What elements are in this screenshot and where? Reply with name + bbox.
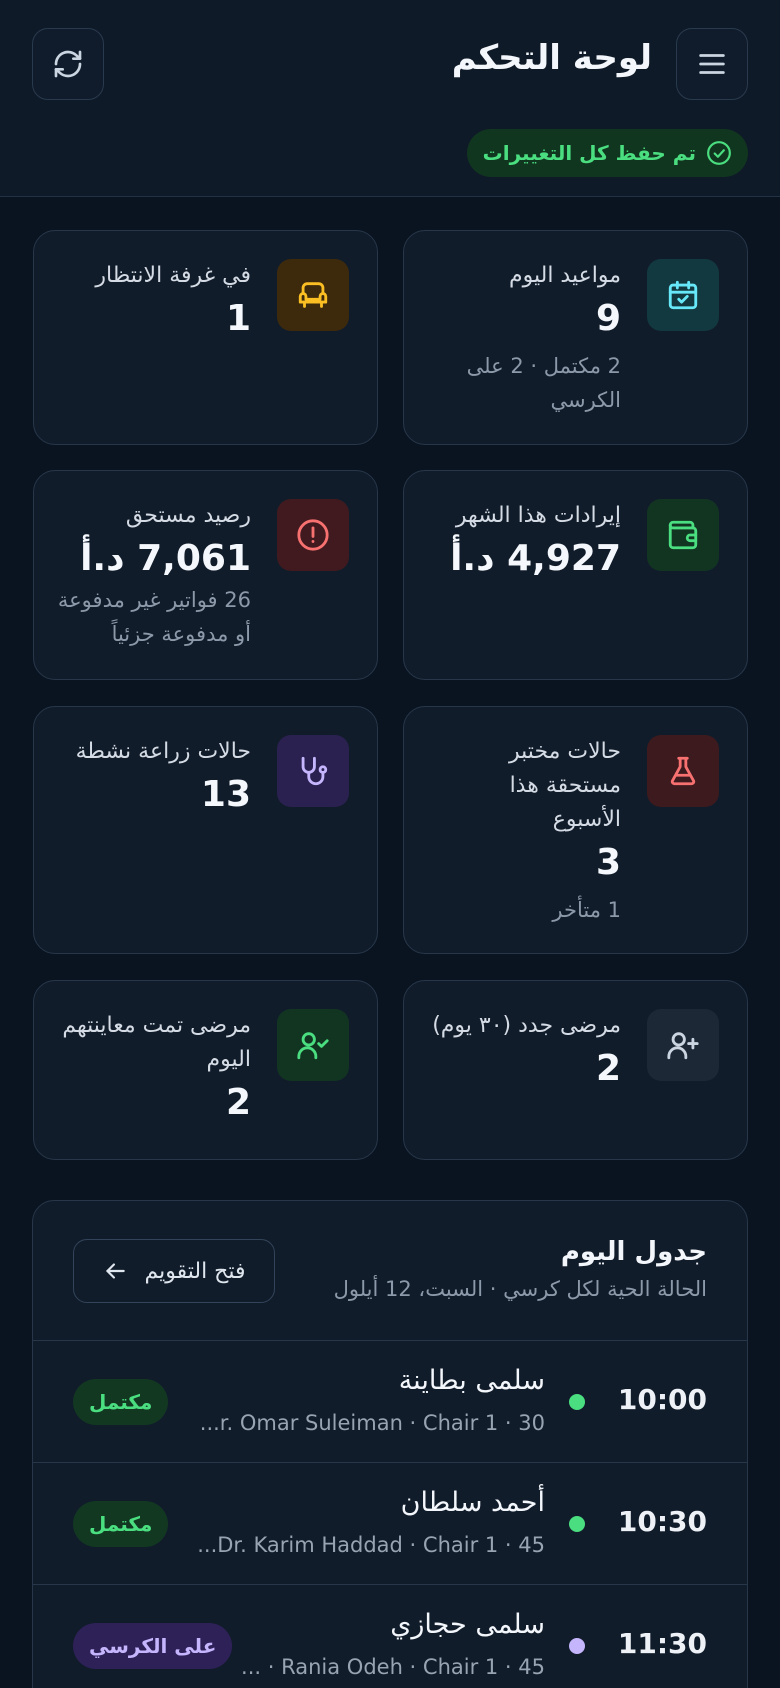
stat-label: مرضى جدد (٣٠ يوم) [432, 1013, 621, 1038]
menu-button[interactable] [676, 28, 748, 100]
stat-label: في غرفة الانتظار [95, 263, 251, 288]
status-badge: مكتمل [73, 1379, 169, 1425]
stat-value: 9 [595, 298, 621, 339]
appointment-time: 11:30 [617, 1627, 707, 1660]
status-badge: على الكرسي [73, 1623, 233, 1669]
schedule-row[interactable]: 11:30 سلمى حجازي ... · Rania Odeh · Chai… [33, 1585, 747, 1688]
schedule-row[interactable]: 10:00 سلمى بطاينة ...r. Omar Suleiman · … [33, 1341, 747, 1463]
wallet-icon [647, 499, 719, 571]
stat-value: 4,927 د.أ [450, 538, 621, 579]
status-dot [569, 1394, 585, 1410]
stat-value: 1 [225, 298, 251, 339]
stat-label: مرضى تمت معاينتهم اليوم [62, 1013, 251, 1072]
patient-name: أحمد سلطان [400, 1487, 545, 1518]
flask-icon [647, 735, 719, 807]
stat-card-appointments[interactable]: مواعيد اليوم 9 2 مكتمل · 2 على الكرسي [403, 230, 748, 445]
stethoscope-icon [277, 735, 349, 807]
schedule-title: جدول اليوم [560, 1237, 707, 1267]
arrow-left-icon [106, 1263, 126, 1279]
stat-value: 3 [595, 842, 621, 883]
appointment-time: 10:30 [617, 1505, 707, 1538]
today-schedule-panel: جدول اليوم الحالة الحية لكل كرسي · السبت… [32, 1200, 748, 1688]
stat-label: حالات زراعة نشطة [75, 739, 251, 764]
user-plus-icon [647, 1009, 719, 1081]
status-dot [569, 1638, 585, 1654]
alert-circle-icon [277, 499, 349, 571]
stat-label: حالات مختبر مستحقة هذا الأسبوع [509, 739, 621, 832]
stat-label: رصيد مستحق [125, 503, 251, 528]
patient-name: سلمى بطاينة [398, 1365, 545, 1396]
stat-card-implant-cases[interactable]: حالات زراعة نشطة 13 [33, 706, 378, 954]
menu-icon [699, 54, 725, 74]
status-badge: مكتمل [73, 1501, 169, 1547]
stat-label: إيرادات هذا الشهر [455, 503, 621, 528]
saved-status-badge: تم حفظ كل التغييرات [466, 129, 748, 177]
stat-value: 13 [200, 774, 251, 815]
appointment-meta: ...Dr. Karim Haddad · Chair 1 · 45 [197, 1533, 545, 1557]
stat-sub: 26 فواتير غير مدفوعة أو مدفوعة جزئياً [57, 588, 251, 646]
open-calendar-button[interactable]: فتح التقويم [73, 1239, 275, 1303]
armchair-icon [277, 259, 349, 331]
stat-sub: 1 متأخر [552, 898, 621, 922]
app-header: لوحة التحكم تم حفظ كل التغييرات [0, 0, 780, 197]
refresh-icon [54, 50, 82, 78]
saved-status-text: تم حفظ كل التغييرات [482, 141, 696, 165]
stat-value: 2 [595, 1048, 621, 1089]
stat-sub: 2 مكتمل · 2 على الكرسي [466, 354, 621, 412]
stat-label: مواعيد اليوم [508, 263, 621, 288]
stat-card-revenue[interactable]: إيرادات هذا الشهر 4,927 د.أ [403, 470, 748, 680]
appointment-meta: ... · Rania Odeh · Chair 1 · 45 [241, 1655, 545, 1679]
appointment-time: 10:00 [617, 1383, 707, 1416]
schedule-header: جدول اليوم الحالة الحية لكل كرسي · السبت… [33, 1201, 747, 1341]
user-check-icon [277, 1009, 349, 1081]
stat-card-seen-today[interactable]: مرضى تمت معاينتهم اليوم 2 [33, 980, 378, 1160]
open-calendar-label: فتح التقويم [144, 1258, 246, 1284]
page-title: لوحة التحكم [451, 38, 652, 78]
stat-value: 2 [225, 1082, 251, 1123]
status-dot [569, 1516, 585, 1532]
stat-value: 7,061 د.أ [80, 538, 251, 579]
calendar-check-icon [647, 259, 719, 331]
stat-card-new-patients[interactable]: مرضى جدد (٣٠ يوم) 2 [403, 980, 748, 1160]
refresh-button[interactable] [32, 28, 104, 100]
schedule-row[interactable]: 10:30 أحمد سلطان ...Dr. Karim Haddad · C… [33, 1463, 747, 1585]
schedule-subtitle: الحالة الحية لكل كرسي · السبت، 12 أيلول [333, 1277, 707, 1301]
check-circle-icon [707, 141, 731, 165]
stat-card-outstanding-balance[interactable]: رصيد مستحق 7,061 د.أ 26 فواتير غير مدفوع… [33, 470, 378, 680]
appointment-meta: ...r. Omar Suleiman · Chair 1 · 30 [199, 1411, 545, 1435]
patient-name: سلمى حجازي [390, 1609, 545, 1640]
stat-card-lab-cases[interactable]: حالات مختبر مستحقة هذا الأسبوع 3 1 متأخر [403, 706, 748, 954]
stat-card-waiting-room[interactable]: في غرفة الانتظار 1 [33, 230, 378, 445]
